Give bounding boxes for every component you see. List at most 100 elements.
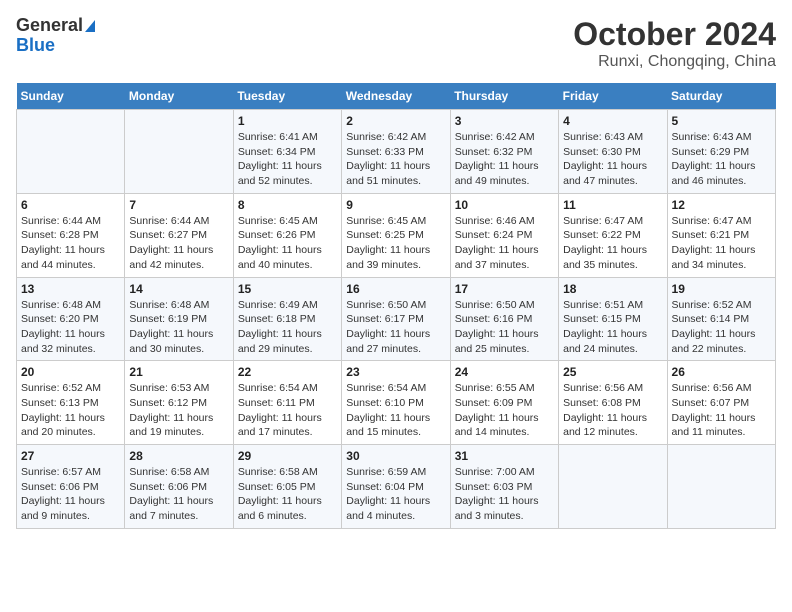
day-info: Sunrise: 6:48 AMSunset: 6:20 PMDaylight:… xyxy=(21,298,120,357)
weekday-header-wednesday: Wednesday xyxy=(342,83,450,110)
calendar-cell: 15 Sunrise: 6:49 AMSunset: 6:18 PMDayligh… xyxy=(233,277,341,361)
logo-icon xyxy=(85,20,95,32)
weekday-header-friday: Friday xyxy=(559,83,667,110)
day-number: 27 xyxy=(21,449,120,463)
day-number: 2 xyxy=(346,114,445,128)
calendar-cell: 26Sunrise: 6:56 AMSunset: 6:07 PMDayligh… xyxy=(667,361,775,445)
calendar-cell: 31 Sunrise: 7:00 AMSunset: 6:03 PMDayligh… xyxy=(450,445,558,529)
day-number: 12 xyxy=(672,198,771,212)
day-number: 11 xyxy=(563,198,662,212)
day-info: Sunrise: 6:52 AMSunset: 6:13 PMDaylight:… xyxy=(21,381,120,440)
calendar-subtitle: Runxi, Chongqing, China xyxy=(573,53,776,71)
day-number: 21 xyxy=(129,365,228,379)
day-number: 14 xyxy=(129,282,228,296)
weekday-header-row: SundayMondayTuesdayWednesdayThursdayFrid… xyxy=(17,83,776,110)
day-number: 17 xyxy=(455,282,554,296)
calendar-cell: 16 Sunrise: 6:50 AMSunset: 6:17 PMDayligh… xyxy=(342,277,450,361)
day-info: Sunrise: 6:58 AMSunset: 6:05 PMDaylight:… xyxy=(238,465,337,524)
calendar-cell: 20 Sunrise: 6:52 AMSunset: 6:13 PMDayligh… xyxy=(17,361,125,445)
day-info: Sunrise: 6:45 AMSunset: 6:25 PMDaylight:… xyxy=(346,214,445,273)
calendar-cell: 29 Sunrise: 6:58 AMSunset: 6:05 PMDayligh… xyxy=(233,445,341,529)
calendar-cell: 9 Sunrise: 6:45 AMSunset: 6:25 PMDaylight… xyxy=(342,193,450,277)
calendar-table: SundayMondayTuesdayWednesdayThursdayFrid… xyxy=(16,83,776,529)
day-number: 16 xyxy=(346,282,445,296)
day-info: Sunrise: 6:48 AMSunset: 6:19 PMDaylight:… xyxy=(129,298,228,357)
day-info: Sunrise: 6:42 AMSunset: 6:33 PMDaylight:… xyxy=(346,130,445,189)
calendar-cell xyxy=(17,110,125,194)
day-number: 30 xyxy=(346,449,445,463)
day-number: 19 xyxy=(672,282,771,296)
day-info: Sunrise: 6:47 AMSunset: 6:22 PMDaylight:… xyxy=(563,214,662,273)
day-number: 28 xyxy=(129,449,228,463)
day-number: 10 xyxy=(455,198,554,212)
day-info: Sunrise: 6:52 AMSunset: 6:14 PMDaylight:… xyxy=(672,298,771,357)
calendar-week-3: 13 Sunrise: 6:48 AMSunset: 6:20 PMDayligh… xyxy=(17,277,776,361)
day-number: 6 xyxy=(21,198,120,212)
calendar-cell xyxy=(125,110,233,194)
calendar-cell: 6 Sunrise: 6:44 AMSunset: 6:28 PMDaylight… xyxy=(17,193,125,277)
day-number: 25 xyxy=(563,365,662,379)
day-number: 18 xyxy=(563,282,662,296)
calendar-cell: 2 Sunrise: 6:42 AMSunset: 6:33 PMDaylight… xyxy=(342,110,450,194)
day-info: Sunrise: 6:56 AMSunset: 6:08 PMDaylight:… xyxy=(563,381,662,440)
day-info: Sunrise: 6:47 AMSunset: 6:21 PMDaylight:… xyxy=(672,214,771,273)
day-info: Sunrise: 6:50 AMSunset: 6:16 PMDaylight:… xyxy=(455,298,554,357)
calendar-cell xyxy=(667,445,775,529)
day-info: Sunrise: 6:55 AMSunset: 6:09 PMDaylight:… xyxy=(455,381,554,440)
day-info: Sunrise: 6:54 AMSunset: 6:11 PMDaylight:… xyxy=(238,381,337,440)
calendar-cell: 27 Sunrise: 6:57 AMSunset: 6:06 PMDayligh… xyxy=(17,445,125,529)
day-number: 3 xyxy=(455,114,554,128)
calendar-cell: 21 Sunrise: 6:53 AMSunset: 6:12 PMDayligh… xyxy=(125,361,233,445)
day-info: Sunrise: 6:42 AMSunset: 6:32 PMDaylight:… xyxy=(455,130,554,189)
calendar-cell: 25 Sunrise: 6:56 AMSunset: 6:08 PMDayligh… xyxy=(559,361,667,445)
calendar-cell: 22 Sunrise: 6:54 AMSunset: 6:11 PMDayligh… xyxy=(233,361,341,445)
calendar-cell: 30Sunrise: 6:59 AMSunset: 6:04 PMDayligh… xyxy=(342,445,450,529)
calendar-cell: 10 Sunrise: 6:46 AMSunset: 6:24 PMDayligh… xyxy=(450,193,558,277)
logo-general: General xyxy=(16,15,83,35)
page-header: General Blue October 2024 Runxi, Chongqi… xyxy=(16,16,776,71)
day-number: 29 xyxy=(238,449,337,463)
day-number: 31 xyxy=(455,449,554,463)
calendar-cell: 13 Sunrise: 6:48 AMSunset: 6:20 PMDayligh… xyxy=(17,277,125,361)
calendar-cell: 18 Sunrise: 6:51 AMSunset: 6:15 PMDayligh… xyxy=(559,277,667,361)
weekday-header-sunday: Sunday xyxy=(17,83,125,110)
calendar-cell: 1 Sunrise: 6:41 AMSunset: 6:34 PMDaylight… xyxy=(233,110,341,194)
title-block: October 2024 Runxi, Chongqing, China xyxy=(573,16,776,71)
day-info: Sunrise: 6:41 AMSunset: 6:34 PMDaylight:… xyxy=(238,130,337,189)
calendar-week-1: 1 Sunrise: 6:41 AMSunset: 6:34 PMDaylight… xyxy=(17,110,776,194)
calendar-cell: 14 Sunrise: 6:48 AMSunset: 6:19 PMDayligh… xyxy=(125,277,233,361)
calendar-cell: 4Sunrise: 6:43 AMSunset: 6:30 PMDaylight… xyxy=(559,110,667,194)
calendar-cell: 17 Sunrise: 6:50 AMSunset: 6:16 PMDayligh… xyxy=(450,277,558,361)
day-number: 26 xyxy=(672,365,771,379)
calendar-week-4: 20 Sunrise: 6:52 AMSunset: 6:13 PMDayligh… xyxy=(17,361,776,445)
day-info: Sunrise: 6:53 AMSunset: 6:12 PMDaylight:… xyxy=(129,381,228,440)
day-number: 20 xyxy=(21,365,120,379)
day-number: 1 xyxy=(238,114,337,128)
day-info: Sunrise: 6:49 AMSunset: 6:18 PMDaylight:… xyxy=(238,298,337,357)
day-info: Sunrise: 6:46 AMSunset: 6:24 PMDaylight:… xyxy=(455,214,554,273)
day-info: Sunrise: 6:57 AMSunset: 6:06 PMDaylight:… xyxy=(21,465,120,524)
calendar-week-5: 27 Sunrise: 6:57 AMSunset: 6:06 PMDayligh… xyxy=(17,445,776,529)
day-info: Sunrise: 6:54 AMSunset: 6:10 PMDaylight:… xyxy=(346,381,445,440)
day-number: 23 xyxy=(346,365,445,379)
day-number: 7 xyxy=(129,198,228,212)
day-number: 9 xyxy=(346,198,445,212)
weekday-header-tuesday: Tuesday xyxy=(233,83,341,110)
weekday-header-thursday: Thursday xyxy=(450,83,558,110)
day-number: 22 xyxy=(238,365,337,379)
day-info: Sunrise: 6:50 AMSunset: 6:17 PMDaylight:… xyxy=(346,298,445,357)
calendar-title: October 2024 xyxy=(573,16,776,53)
logo: General Blue xyxy=(16,16,95,56)
day-number: 15 xyxy=(238,282,337,296)
calendar-header: SundayMondayTuesdayWednesdayThursdayFrid… xyxy=(17,83,776,110)
day-info: Sunrise: 6:44 AMSunset: 6:28 PMDaylight:… xyxy=(21,214,120,273)
calendar-week-2: 6 Sunrise: 6:44 AMSunset: 6:28 PMDaylight… xyxy=(17,193,776,277)
day-number: 4 xyxy=(563,114,662,128)
day-info: Sunrise: 6:51 AMSunset: 6:15 PMDaylight:… xyxy=(563,298,662,357)
weekday-header-monday: Monday xyxy=(125,83,233,110)
day-info: Sunrise: 7:00 AMSunset: 6:03 PMDaylight:… xyxy=(455,465,554,524)
day-number: 24 xyxy=(455,365,554,379)
day-number: 13 xyxy=(21,282,120,296)
calendar-cell: 3 Sunrise: 6:42 AMSunset: 6:32 PMDaylight… xyxy=(450,110,558,194)
calendar-cell: 24 Sunrise: 6:55 AMSunset: 6:09 PMDayligh… xyxy=(450,361,558,445)
